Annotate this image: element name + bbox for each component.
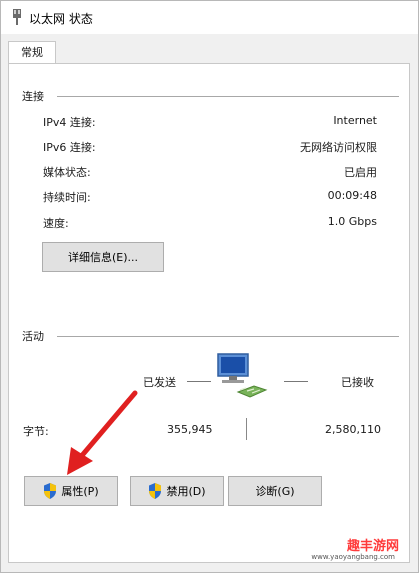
activity-divider bbox=[57, 336, 399, 337]
tab-strip: 常规 bbox=[1, 34, 418, 65]
connection-divider bbox=[57, 96, 399, 97]
sent-label: 已发送 bbox=[143, 376, 176, 389]
duration-value: 00:09:48 bbox=[327, 189, 377, 202]
media-state-label: 媒体状态: bbox=[43, 166, 91, 179]
bytes-sent-value: 355,945 bbox=[167, 423, 213, 436]
speed-value: 1.0 Gbps bbox=[327, 215, 377, 228]
ipv4-value: Internet bbox=[333, 114, 377, 127]
connection-section-label: 连接 bbox=[22, 90, 44, 103]
duration-label: 持续时间: bbox=[43, 191, 91, 204]
activity-section-label: 活动 bbox=[22, 330, 44, 343]
network-adapter-icon bbox=[13, 9, 21, 25]
network-computer-icon bbox=[217, 353, 268, 398]
received-label: 已接收 bbox=[341, 376, 374, 389]
watermark-text: 趣丰游网 bbox=[346, 539, 399, 554]
disable-button-label: 禁用(D) bbox=[166, 485, 206, 498]
speed-label: 速度: bbox=[43, 217, 69, 230]
received-dash bbox=[284, 381, 308, 382]
details-button[interactable]: 详细信息(E)... bbox=[42, 242, 164, 272]
window-title: 以太网 状态 bbox=[29, 12, 93, 26]
media-state-value: 已启用 bbox=[344, 166, 377, 179]
bytes-separator bbox=[246, 418, 247, 440]
title-bar: 以太网 状态 bbox=[1, 1, 418, 34]
bytes-label: 字节: bbox=[23, 425, 49, 438]
general-panel: 连接 IPv4 连接: Internet IPv6 连接: 无网络访问权限 媒体… bbox=[8, 63, 410, 563]
properties-button[interactable]: 属性(P) bbox=[24, 476, 118, 506]
sent-dash bbox=[187, 381, 211, 382]
bytes-received-value: 2,580,110 bbox=[325, 423, 381, 436]
red-arrow-annotation bbox=[67, 390, 138, 475]
ipv4-label: IPv4 连接: bbox=[43, 116, 96, 129]
diagnose-button[interactable]: 诊断(G) bbox=[228, 476, 322, 506]
uac-shield-icon bbox=[44, 483, 57, 499]
disable-button[interactable]: 禁用(D) bbox=[130, 476, 224, 506]
ipv6-label: IPv6 连接: bbox=[43, 141, 96, 154]
uac-shield-icon bbox=[149, 483, 162, 499]
watermark-url: www.yaoyangbang.com bbox=[311, 553, 395, 561]
ipv6-value: 无网络访问权限 bbox=[300, 141, 377, 154]
properties-button-label: 属性(P) bbox=[61, 485, 99, 498]
status-window: 以太网 状态 常规 连接 IPv4 连接: Internet IPv6 连接: … bbox=[0, 0, 419, 573]
tab-general[interactable]: 常规 bbox=[8, 41, 56, 65]
